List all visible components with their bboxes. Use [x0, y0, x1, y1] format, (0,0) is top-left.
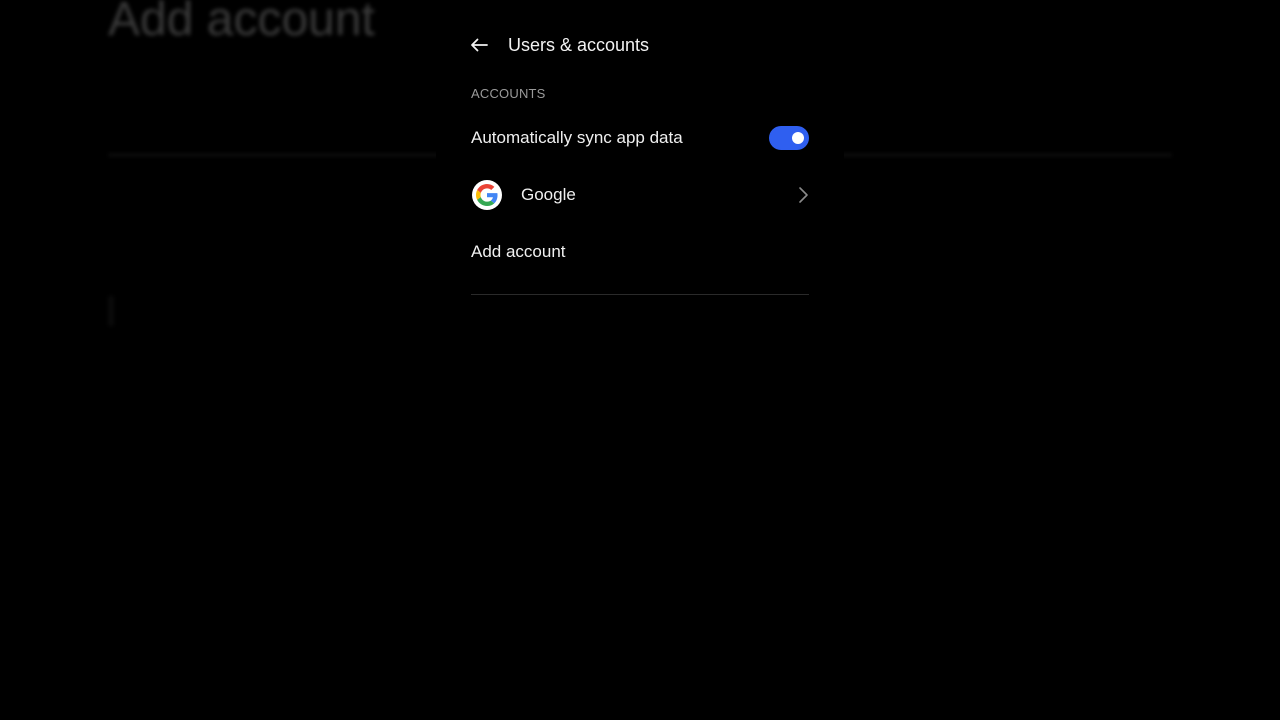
- background-title: Add account: [108, 0, 375, 46]
- auto-sync-label: Automatically sync app data: [471, 128, 683, 147]
- arrow-left-icon: [471, 38, 488, 52]
- auto-sync-toggle[interactable]: [769, 126, 809, 150]
- section-divider: [471, 294, 809, 295]
- account-row-google[interactable]: Google: [471, 176, 809, 214]
- add-account-label: Add account: [471, 242, 566, 261]
- toggle-knob: [792, 132, 804, 144]
- add-account-row[interactable]: Add account: [471, 234, 809, 270]
- back-button[interactable]: [468, 34, 490, 56]
- screen: Add account Users & accounts ACCOUNTS Au…: [0, 0, 1280, 720]
- google-logo-icon: [472, 180, 502, 210]
- accounts-section-label: ACCOUNTS: [471, 86, 546, 101]
- auto-sync-row[interactable]: Automatically sync app data: [471, 120, 809, 156]
- page-title: Users & accounts: [508, 34, 650, 55]
- settings-panel: Users & accounts ACCOUNTS Automatically …: [436, 0, 844, 720]
- account-label-google: Google: [521, 185, 576, 204]
- chevron-right-icon: [799, 187, 808, 203]
- top-bar: Users & accounts: [468, 30, 649, 60]
- background-mark: [108, 296, 114, 326]
